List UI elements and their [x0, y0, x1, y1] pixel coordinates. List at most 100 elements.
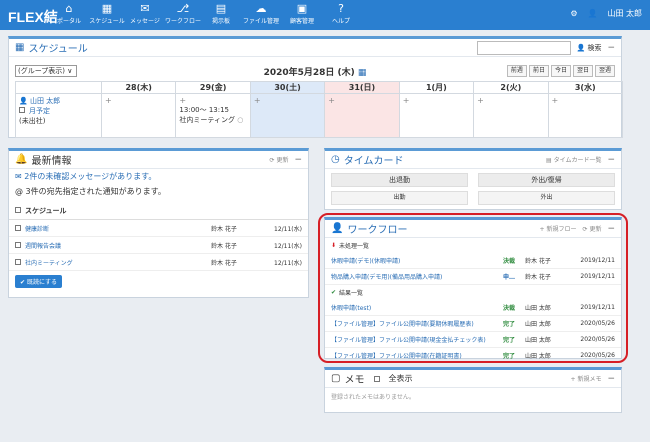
- nav-label: ファイル管理: [242, 18, 279, 25]
- info-item-name: 鈴木 花子: [211, 259, 237, 267]
- nav-item[interactable]: ☁ ファイル管理: [240, 2, 282, 28]
- collapse-icon[interactable]: −: [607, 43, 615, 53]
- add-icon[interactable]: +: [328, 96, 335, 105]
- date-picker-icon[interactable]: ▦: [358, 68, 367, 78]
- home-icon: ⌂: [65, 2, 73, 15]
- attendance-status: (未出社): [19, 117, 46, 125]
- schedule-corner: [15, 81, 102, 94]
- monthly-checkbox[interactable]: [19, 107, 25, 113]
- info-item-date: 12/11(水): [274, 242, 302, 250]
- item-checkbox[interactable]: [15, 259, 21, 265]
- nav-item[interactable]: ⎇ ワークフロー: [164, 2, 202, 28]
- day-header: 3(水): [547, 81, 624, 94]
- day-header: 29(金): [175, 81, 251, 94]
- out-return-button[interactable]: 外出/復帰: [478, 173, 615, 187]
- date-nav-button[interactable]: 今日: [550, 65, 571, 77]
- day-cell[interactable]: +: [473, 93, 549, 138]
- schedule-user-name[interactable]: 山田 太郎: [30, 97, 60, 105]
- mark-read-button[interactable]: ✔ 既読にする: [15, 275, 62, 288]
- collapse-icon[interactable]: −: [607, 155, 615, 165]
- add-icon[interactable]: +: [552, 96, 559, 105]
- clock-in-button[interactable]: 出勤: [331, 191, 468, 205]
- info-item-title[interactable]: 社内ミーティング: [25, 258, 211, 267]
- date-nav-button[interactable]: 前日: [528, 65, 549, 77]
- user-icon: 👤: [587, 9, 598, 18]
- select-all-checkbox[interactable]: [15, 207, 21, 213]
- date-nav-buttons: 前週 前日 今日 翌日 翌週: [506, 65, 615, 77]
- timecard-header: ◷ タイムカード ▤ タイムカード一覧 −: [325, 151, 621, 169]
- notice-message[interactable]: @ 3件の宛先指定された通知があります。: [9, 184, 308, 199]
- day-cell[interactable]: +: [547, 93, 624, 138]
- info-item-date: 12/11(水): [274, 259, 302, 267]
- day-cell[interactable]: + 13:00～ 13:15 社内ミーティング ○: [175, 93, 251, 138]
- nav-item[interactable]: ▣ 顧客管理: [282, 2, 322, 28]
- settings-icon[interactable]: ⚙: [570, 9, 577, 18]
- customer-icon: ▣: [296, 2, 308, 15]
- collapse-icon[interactable]: −: [294, 155, 302, 165]
- day-cell[interactable]: +: [398, 93, 475, 138]
- info-item-row: 週間報告会議 鈴木 花子 12/11(水): [9, 237, 308, 254]
- collapse-icon[interactable]: −: [607, 374, 615, 384]
- schedule-panel: ▦ スケジュール 👤 検索 − 2020年5月28日 (木) ▦ (グループ表示…: [8, 36, 624, 138]
- info-item-title[interactable]: 健康診断: [25, 224, 211, 233]
- new-memo-button[interactable]: + 新規メモ: [571, 374, 602, 383]
- group-select[interactable]: (グループ表示) ∨: [15, 65, 77, 77]
- cloud-icon: ☁: [255, 2, 267, 15]
- info-item-row: 健康診断 鈴木 花子 12/11(水): [9, 220, 308, 237]
- add-icon[interactable]: +: [403, 96, 410, 105]
- bell-icon: 🔔: [15, 154, 28, 165]
- top-bar: FLEX結 ⌂ ポータル ▦ スケジュール ✉ メッセージ ⎇ ワークフロー ▤ 掲示板 ☁ ファイル…: [0, 0, 650, 30]
- add-icon[interactable]: +: [179, 96, 246, 105]
- event-title[interactable]: 社内ミーティング ○: [179, 115, 246, 125]
- board-icon: ▤: [215, 2, 227, 15]
- item-checkbox[interactable]: [15, 225, 21, 231]
- nav-label: 掲示板: [211, 18, 230, 25]
- info-header: 🔔 最新情報 ⟳ 更新 −: [9, 151, 308, 169]
- add-icon[interactable]: +: [477, 96, 484, 105]
- memo-panel: ▢ メモ 全表示 + 新規メモ − 登録されたメモはありません。: [324, 367, 622, 413]
- day-cell[interactable]: +: [100, 93, 177, 138]
- info-item-name: 鈴木 花子: [211, 225, 237, 233]
- memo-empty-text: 登録されたメモはありません。: [331, 394, 415, 401]
- refresh-button[interactable]: ⟳ 更新: [270, 155, 289, 164]
- day-header: 1(月): [398, 81, 475, 94]
- info-item-date: 12/11(水): [274, 225, 302, 233]
- info-item-title[interactable]: 週間報告会議: [25, 241, 211, 250]
- mail-icon: ✉: [140, 2, 150, 15]
- nav-label: ポータル: [56, 18, 81, 25]
- nav-item[interactable]: ▤ 掲示板: [202, 2, 240, 28]
- day-cell[interactable]: +: [249, 93, 326, 138]
- monthly-link[interactable]: 月予定: [29, 107, 50, 115]
- calendar-icon: ▦: [101, 2, 113, 15]
- day-header: 28(木): [100, 81, 177, 94]
- day-cell[interactable]: +: [324, 93, 400, 138]
- date-nav-button[interactable]: 前週: [506, 65, 527, 77]
- info-item-row: 社内ミーティング 鈴木 花子 12/11(水): [9, 254, 308, 271]
- schedule-search-input[interactable]: [476, 40, 571, 55]
- go-out-button[interactable]: 外出: [478, 191, 615, 205]
- nav-item[interactable]: ▦ スケジュール: [88, 2, 126, 28]
- schedule-title: ▦ スケジュール: [15, 42, 88, 55]
- info-panel: 🔔 最新情報 ⟳ 更新 − ✉ 2件の未確認メッセージがあります。 @ 3件の宛…: [8, 148, 309, 298]
- repeat-icon: ○: [237, 116, 244, 124]
- day-header: 31(日): [324, 81, 400, 94]
- unread-message-link[interactable]: ✉ 2件の未確認メッセージがあります。: [9, 169, 308, 184]
- mail-icon: ✉: [15, 172, 22, 181]
- nav-item[interactable]: ? ヘルプ: [322, 2, 360, 28]
- add-icon[interactable]: +: [254, 96, 261, 105]
- item-checkbox[interactable]: [15, 242, 21, 248]
- schedule-table: 28(木) 29(金) 30(土) 31(日) 1(月) 2(火) 3(水) 👤 山田 太郎…: [15, 81, 624, 138]
- date-nav-button[interactable]: 翌日: [572, 65, 593, 77]
- add-icon[interactable]: +: [105, 96, 112, 105]
- date-nav-button[interactable]: 翌週: [594, 65, 615, 77]
- user-name[interactable]: 山田 太郎: [607, 8, 642, 19]
- show-all-checkbox[interactable]: [374, 375, 381, 382]
- clock-in-out-button[interactable]: 出退勤: [331, 173, 468, 187]
- nav-item[interactable]: ✉ メッセージ: [126, 2, 164, 28]
- timecard-list-button[interactable]: ▤ タイムカード一覧: [546, 155, 601, 164]
- search-button[interactable]: 👤 検索: [577, 43, 602, 53]
- memo-header: ▢ メモ 全表示 + 新規メモ −: [325, 370, 621, 388]
- nav-label: メッセージ: [130, 18, 160, 25]
- nav-item[interactable]: ⌂ ポータル: [50, 2, 88, 28]
- nav-label: 顧客管理: [289, 18, 314, 25]
